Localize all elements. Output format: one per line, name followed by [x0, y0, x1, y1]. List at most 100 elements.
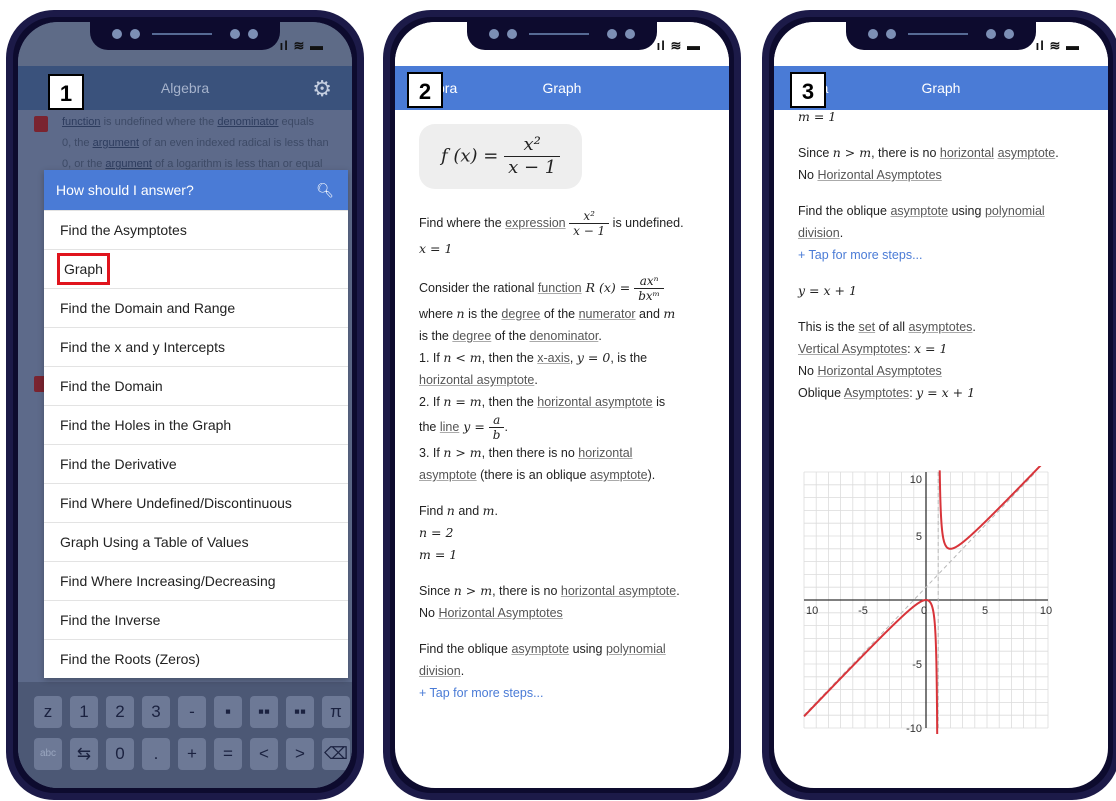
term-link[interactable]: polynomial	[985, 204, 1045, 218]
y-tick-label: 5	[916, 531, 922, 543]
option-table-values[interactable]: Graph Using a Table of Values	[44, 522, 348, 561]
status-icons: ıl ≋ ▬	[1035, 38, 1080, 53]
equation: m = 1	[798, 109, 837, 124]
option-roots[interactable]: Find the Roots (Zeros)	[44, 639, 348, 678]
term-link[interactable]: Horizontal Asymptotes	[817, 168, 941, 182]
key-pi[interactable]: π	[322, 696, 350, 728]
option-increasing[interactable]: Find Where Increasing/Decreasing	[44, 561, 348, 600]
function-graph[interactable]: 10 -5 0 5 10 10 5 -5 -10	[798, 458, 1054, 739]
option-graph[interactable]: Graph	[44, 249, 348, 288]
term-link[interactable]: asymptotes	[908, 320, 972, 334]
term-link[interactable]: polynomial	[606, 642, 666, 656]
term-link[interactable]: denominator	[530, 329, 599, 343]
camera-icon	[868, 29, 878, 39]
term-link[interactable]: asymptote	[511, 642, 569, 656]
speaker-grille	[152, 33, 212, 35]
term-link[interactable]: Horizontal Asymptotes	[817, 364, 941, 378]
tap-more-steps-button[interactable]: + Tap for more steps...	[798, 244, 1086, 266]
sheet-header: How should I answer? 🔍︎	[44, 170, 348, 210]
step-badge: 3	[790, 72, 826, 108]
option-derivative[interactable]: Find the Derivative	[44, 444, 348, 483]
key-3[interactable]: 3	[142, 696, 170, 728]
key-plus[interactable]: +	[178, 738, 206, 770]
term-link[interactable]: function	[538, 281, 582, 295]
gear-icon[interactable]: ⚙	[312, 76, 332, 102]
notch	[846, 22, 1036, 50]
key-power[interactable]: ▪	[214, 696, 242, 728]
term-link[interactable]: x-axis	[537, 351, 570, 365]
tap-more-steps-button[interactable]: + Tap for more steps...	[419, 682, 707, 704]
status-icons: ıl ≋ ▬	[279, 38, 324, 53]
step-badge: 2	[407, 72, 443, 108]
graph-svg[interactable]: 10 -5 0 5 10 10 5 -5 -10	[798, 458, 1054, 739]
sheet-title: How should I answer?	[56, 182, 194, 198]
key-right[interactable]: >	[286, 738, 314, 770]
x-tick-label: 5	[982, 605, 988, 617]
option-inverse[interactable]: Find the Inverse	[44, 600, 348, 639]
term-link[interactable]: horizontal	[578, 446, 632, 460]
app-header: bra Graph	[395, 66, 729, 110]
term-link[interactable]: Vertical Asymptotes	[798, 342, 907, 356]
x-tick-label: -5	[858, 605, 868, 617]
option-find-asymptotes[interactable]: Find the Asymptotes	[44, 210, 348, 249]
step-summary: This is the set of all asymptotes. Verti…	[798, 320, 976, 400]
y-tick-label: -5	[912, 659, 922, 671]
step-undefined: Find where the expression x² x − 1 is un…	[419, 209, 707, 260]
term-link[interactable]: asymptote	[998, 146, 1056, 160]
speaker-grille	[908, 33, 968, 35]
fraction: a b	[488, 413, 505, 442]
term-link[interactable]: horizontal	[940, 146, 994, 160]
step-rational: Consider the rational function R (x) = a…	[419, 274, 676, 482]
key-mixed[interactable]: ▪▪	[286, 696, 314, 728]
term-link[interactable]: Horizontal Asymptotes	[438, 606, 562, 620]
speaker-grille	[529, 33, 589, 35]
key-left[interactable]: <	[250, 738, 278, 770]
key-minus[interactable]: -	[178, 696, 206, 728]
phone-frame-1: ıl ≋ ▬ Algebra ⚙ 1 function is undefined…	[6, 10, 364, 800]
term-link[interactable]: degree	[452, 329, 491, 343]
term-link[interactable]: expression	[505, 216, 565, 230]
option-intercepts[interactable]: Find the x and y Intercepts	[44, 327, 348, 366]
fraction: x² x − 1	[569, 209, 610, 238]
step-oblique: Find the oblique asymptote using polynom…	[419, 638, 707, 704]
key-abc[interactable]: abc	[34, 738, 62, 770]
term-link[interactable]: set	[858, 320, 875, 334]
term-link[interactable]: line	[440, 420, 459, 434]
answer-options-sheet: How should I answer? 🔍︎ Find the Asympto…	[44, 170, 348, 678]
key-0[interactable]: 0	[106, 738, 134, 770]
status-bar: ıl ≋ ▬	[18, 22, 352, 66]
term-link[interactable]: asymptote	[890, 204, 948, 218]
key-fraction[interactable]: ▪▪	[250, 696, 278, 728]
equation: y = x + 1	[798, 283, 857, 298]
term-link[interactable]: numerator	[579, 307, 636, 321]
option-domain[interactable]: Find the Domain	[44, 366, 348, 405]
fraction: x² x − 1	[504, 134, 561, 179]
option-holes[interactable]: Find the Holes in the Graph	[44, 405, 348, 444]
step-since: Since n > m, there is no horizontal asym…	[419, 583, 680, 620]
key-1[interactable]: 1	[70, 696, 98, 728]
term-link[interactable]: degree	[501, 307, 540, 321]
math-keyboard: z 1 2 3 - ▪ ▪▪ ▪▪ π abc ⇆ 0 . + = < > ⌫	[18, 682, 352, 788]
step-find-nm: Find n and m. n = 2 m = 1	[419, 500, 707, 566]
key-z[interactable]: z	[34, 696, 62, 728]
term-link[interactable]: horizontal asymptote	[561, 584, 676, 598]
sensor-icon	[507, 29, 517, 39]
term-link[interactable]: horizontal asymptote	[419, 373, 534, 387]
sensor-icon	[130, 29, 140, 39]
key-equals[interactable]: =	[214, 738, 242, 770]
term-link[interactable]: asymptote	[590, 468, 648, 482]
term-link[interactable]: asymptote	[419, 468, 477, 482]
option-undefined[interactable]: Find Where Undefined/Discontinuous	[44, 483, 348, 522]
term-link[interactable]: division	[798, 226, 840, 240]
key-dot[interactable]: .	[142, 738, 170, 770]
key-switch[interactable]: ⇆	[70, 738, 98, 770]
notch	[467, 22, 657, 50]
option-domain-range[interactable]: Find the Domain and Range	[44, 288, 348, 327]
search-icon[interactable]: 🔍︎	[316, 170, 334, 210]
key-2[interactable]: 2	[106, 696, 134, 728]
key-backspace[interactable]: ⌫	[322, 738, 350, 770]
term-link[interactable]: horizontal asymptote	[537, 395, 652, 409]
page-title: Graph	[542, 80, 582, 96]
term-link[interactable]: Asymptotes	[844, 386, 909, 400]
term-link[interactable]: division	[419, 664, 461, 678]
